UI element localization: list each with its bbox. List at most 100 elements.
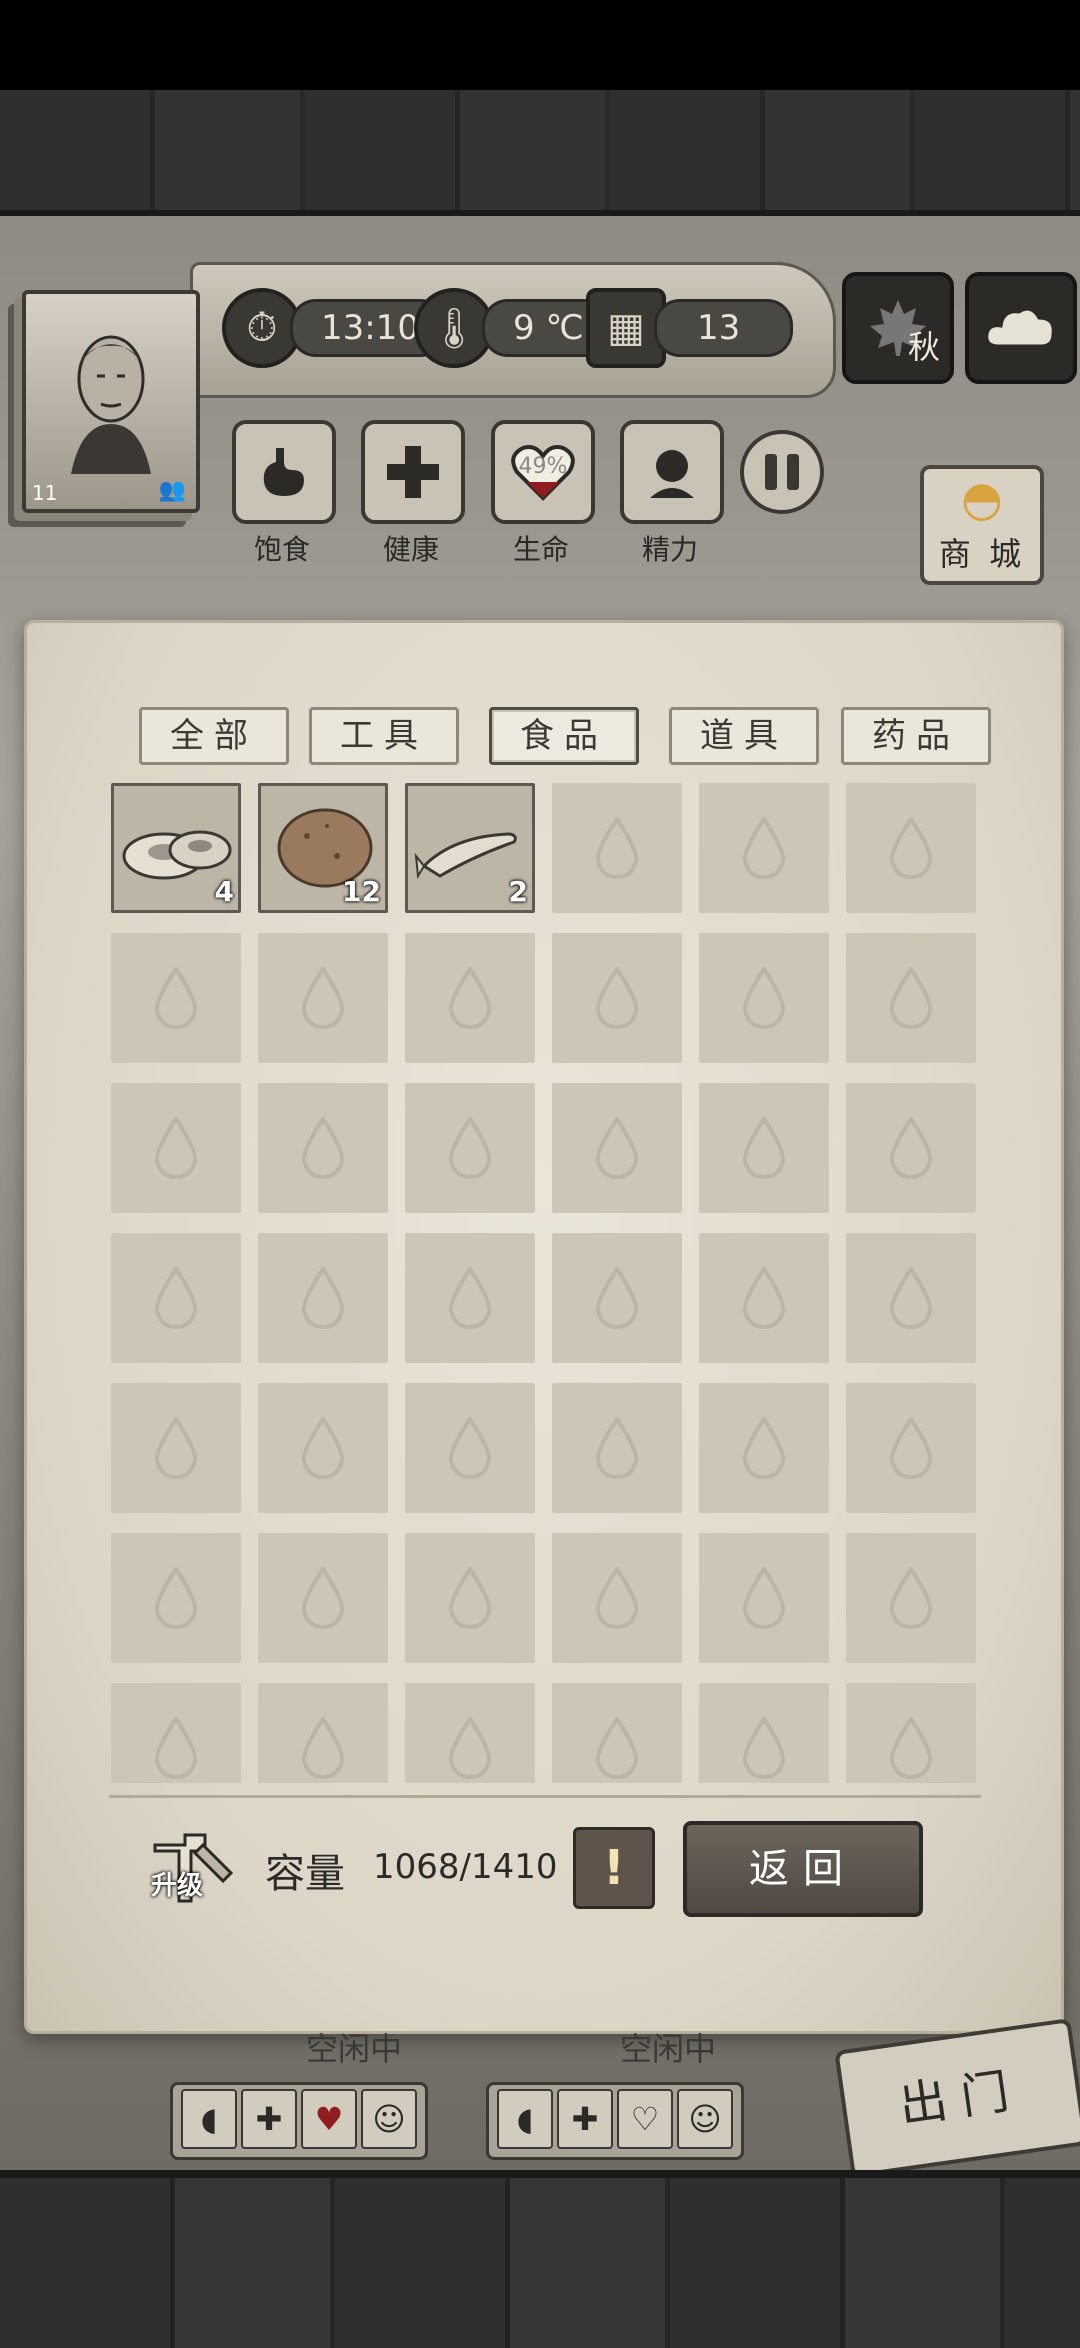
heart-icon: ♥ xyxy=(301,2089,357,2149)
inventory-slot-empty[interactable] xyxy=(552,1233,682,1363)
water-drop-icon xyxy=(448,967,492,1029)
capacity-info-button[interactable]: ! xyxy=(573,1827,655,1909)
inventory-slot-empty[interactable] xyxy=(699,783,829,913)
tab-medicine[interactable]: 药品 xyxy=(841,707,991,765)
inventory-slot-empty[interactable] xyxy=(111,1683,241,1783)
attr-label: 生命 xyxy=(512,533,569,566)
inventory-slot-empty[interactable] xyxy=(552,1533,682,1663)
water-drop-icon xyxy=(595,1417,639,1479)
inventory-slot-empty[interactable] xyxy=(405,933,535,1063)
inventory-slot-empty[interactable] xyxy=(846,783,976,913)
water-drop-icon xyxy=(448,1117,492,1179)
attr-label: 健康 xyxy=(382,533,439,566)
status-bar xyxy=(0,0,1080,90)
upgrade-button[interactable]: 升级 xyxy=(145,1815,241,1911)
character-portrait[interactable]: 11 👥 xyxy=(22,290,200,513)
inventory-slot-empty[interactable] xyxy=(405,1233,535,1363)
inventory-slot-empty[interactable] xyxy=(258,1233,388,1363)
inventory-slot-empty[interactable] xyxy=(552,783,682,913)
inventory-slot-empty[interactable] xyxy=(699,1383,829,1513)
inventory-slot-empty[interactable] xyxy=(111,1533,241,1663)
water-drop-icon xyxy=(448,1417,492,1479)
item-quantity: 4 xyxy=(214,875,234,908)
character-level: 11 xyxy=(32,481,58,505)
inventory-slot-empty[interactable] xyxy=(111,1233,241,1363)
back-button[interactable]: 返回 xyxy=(683,1821,923,1917)
inventory-slot-potato[interactable]: 12 xyxy=(258,783,388,913)
inventory-slot-empty[interactable] xyxy=(405,1533,535,1663)
person-icon: ☺ xyxy=(677,2089,733,2149)
tab-tools[interactable]: 工具 xyxy=(309,707,459,765)
inventory-slot-mushroom[interactable]: 4 xyxy=(111,783,241,913)
cloud-icon xyxy=(985,307,1055,348)
survivor-2-stats[interactable]: ◖ ✚ ♡ ☺ xyxy=(486,2082,744,2160)
inventory-slot-empty[interactable] xyxy=(258,1683,388,1783)
water-drop-icon xyxy=(448,1267,492,1329)
wood-footer xyxy=(0,2170,1080,2348)
heart-icon: ♡ xyxy=(617,2089,673,2149)
inventory-slot-empty[interactable] xyxy=(699,1233,829,1363)
item-quantity: 12 xyxy=(342,875,381,908)
upgrade-label: 升级 xyxy=(151,1871,204,1901)
pause-button[interactable] xyxy=(740,430,824,514)
survivor-1-stats[interactable]: ◖ ✚ ♥ ☺ xyxy=(170,2082,428,2160)
tab-props[interactable]: 道具 xyxy=(669,707,819,765)
category-tabs: 全部 工具 食品 道具 药品 xyxy=(139,707,1009,765)
attr-life[interactable]: 49% 生命 xyxy=(491,420,595,568)
heart-icon: 49% xyxy=(491,420,595,524)
item-quantity: 2 xyxy=(508,875,528,908)
inventory-slot-empty[interactable] xyxy=(552,1083,682,1213)
inventory-slot-empty[interactable] xyxy=(552,1383,682,1513)
water-drop-icon xyxy=(889,1117,933,1179)
attr-energy[interactable]: 精力 xyxy=(620,420,724,568)
water-drop-icon xyxy=(595,967,639,1029)
inventory-slot-empty[interactable] xyxy=(405,1083,535,1213)
survivor-2-status: 空闲中 xyxy=(620,2030,717,2068)
stomach-icon xyxy=(232,420,336,524)
inventory-slot-empty[interactable] xyxy=(846,1683,976,1783)
inventory-slot-empty[interactable] xyxy=(846,1233,976,1363)
panel-divider xyxy=(109,1795,981,1798)
inventory-slot-empty[interactable] xyxy=(699,933,829,1063)
inventory-slot-empty[interactable] xyxy=(846,933,976,1063)
water-drop-icon xyxy=(742,1567,786,1629)
inventory-slot-empty[interactable] xyxy=(258,933,388,1063)
cross-icon: ✚ xyxy=(557,2089,613,2149)
water-drop-icon xyxy=(742,817,786,879)
inventory-slot-empty[interactable] xyxy=(846,1533,976,1663)
water-drop-icon xyxy=(889,967,933,1029)
inventory-slot-empty[interactable] xyxy=(258,1533,388,1663)
inventory-slot-empty[interactable] xyxy=(699,1533,829,1663)
attr-satiety[interactable]: 饱食 xyxy=(232,420,336,568)
inventory-slot-empty[interactable] xyxy=(111,933,241,1063)
clock-stat: ⏱ 13:10 xyxy=(222,288,446,368)
inventory-slot-empty[interactable] xyxy=(552,933,682,1063)
inventory-slot-empty[interactable] xyxy=(846,1383,976,1513)
stomach-icon: ◖ xyxy=(181,2089,237,2149)
shop-button[interactable]: ◓ 商 城 xyxy=(920,465,1044,585)
attr-health[interactable]: 健康 xyxy=(361,420,465,568)
inventory-slot-empty[interactable] xyxy=(699,1683,829,1783)
tab-food[interactable]: 食品 xyxy=(489,707,639,765)
inventory-slot-empty[interactable] xyxy=(405,1683,535,1783)
inventory-slot-empty[interactable] xyxy=(552,1683,682,1783)
water-drop-icon xyxy=(889,1567,933,1629)
inventory-slot-empty[interactable] xyxy=(405,1383,535,1513)
water-drop-icon xyxy=(301,1717,345,1779)
inventory-slot-empty[interactable] xyxy=(258,1083,388,1213)
water-drop-icon xyxy=(301,1417,345,1479)
inventory-slot-empty[interactable] xyxy=(258,1383,388,1513)
inventory-slot-empty[interactable] xyxy=(111,1383,241,1513)
inventory-slot-empty[interactable] xyxy=(846,1083,976,1213)
inventory-slot-empty[interactable] xyxy=(111,1083,241,1213)
water-drop-icon xyxy=(742,1417,786,1479)
inventory-slot-fish[interactable]: 2 xyxy=(405,783,535,913)
group-icon: 👥 xyxy=(158,478,186,503)
weather-button[interactable] xyxy=(965,272,1077,384)
tab-all[interactable]: 全部 xyxy=(139,707,289,765)
person-icon: ☺ xyxy=(361,2089,417,2149)
inventory-slot-empty[interactable] xyxy=(699,1083,829,1213)
attr-label: 精力 xyxy=(641,533,698,566)
water-drop-icon xyxy=(301,1267,345,1329)
season-button[interactable]: 秋 xyxy=(842,272,954,384)
